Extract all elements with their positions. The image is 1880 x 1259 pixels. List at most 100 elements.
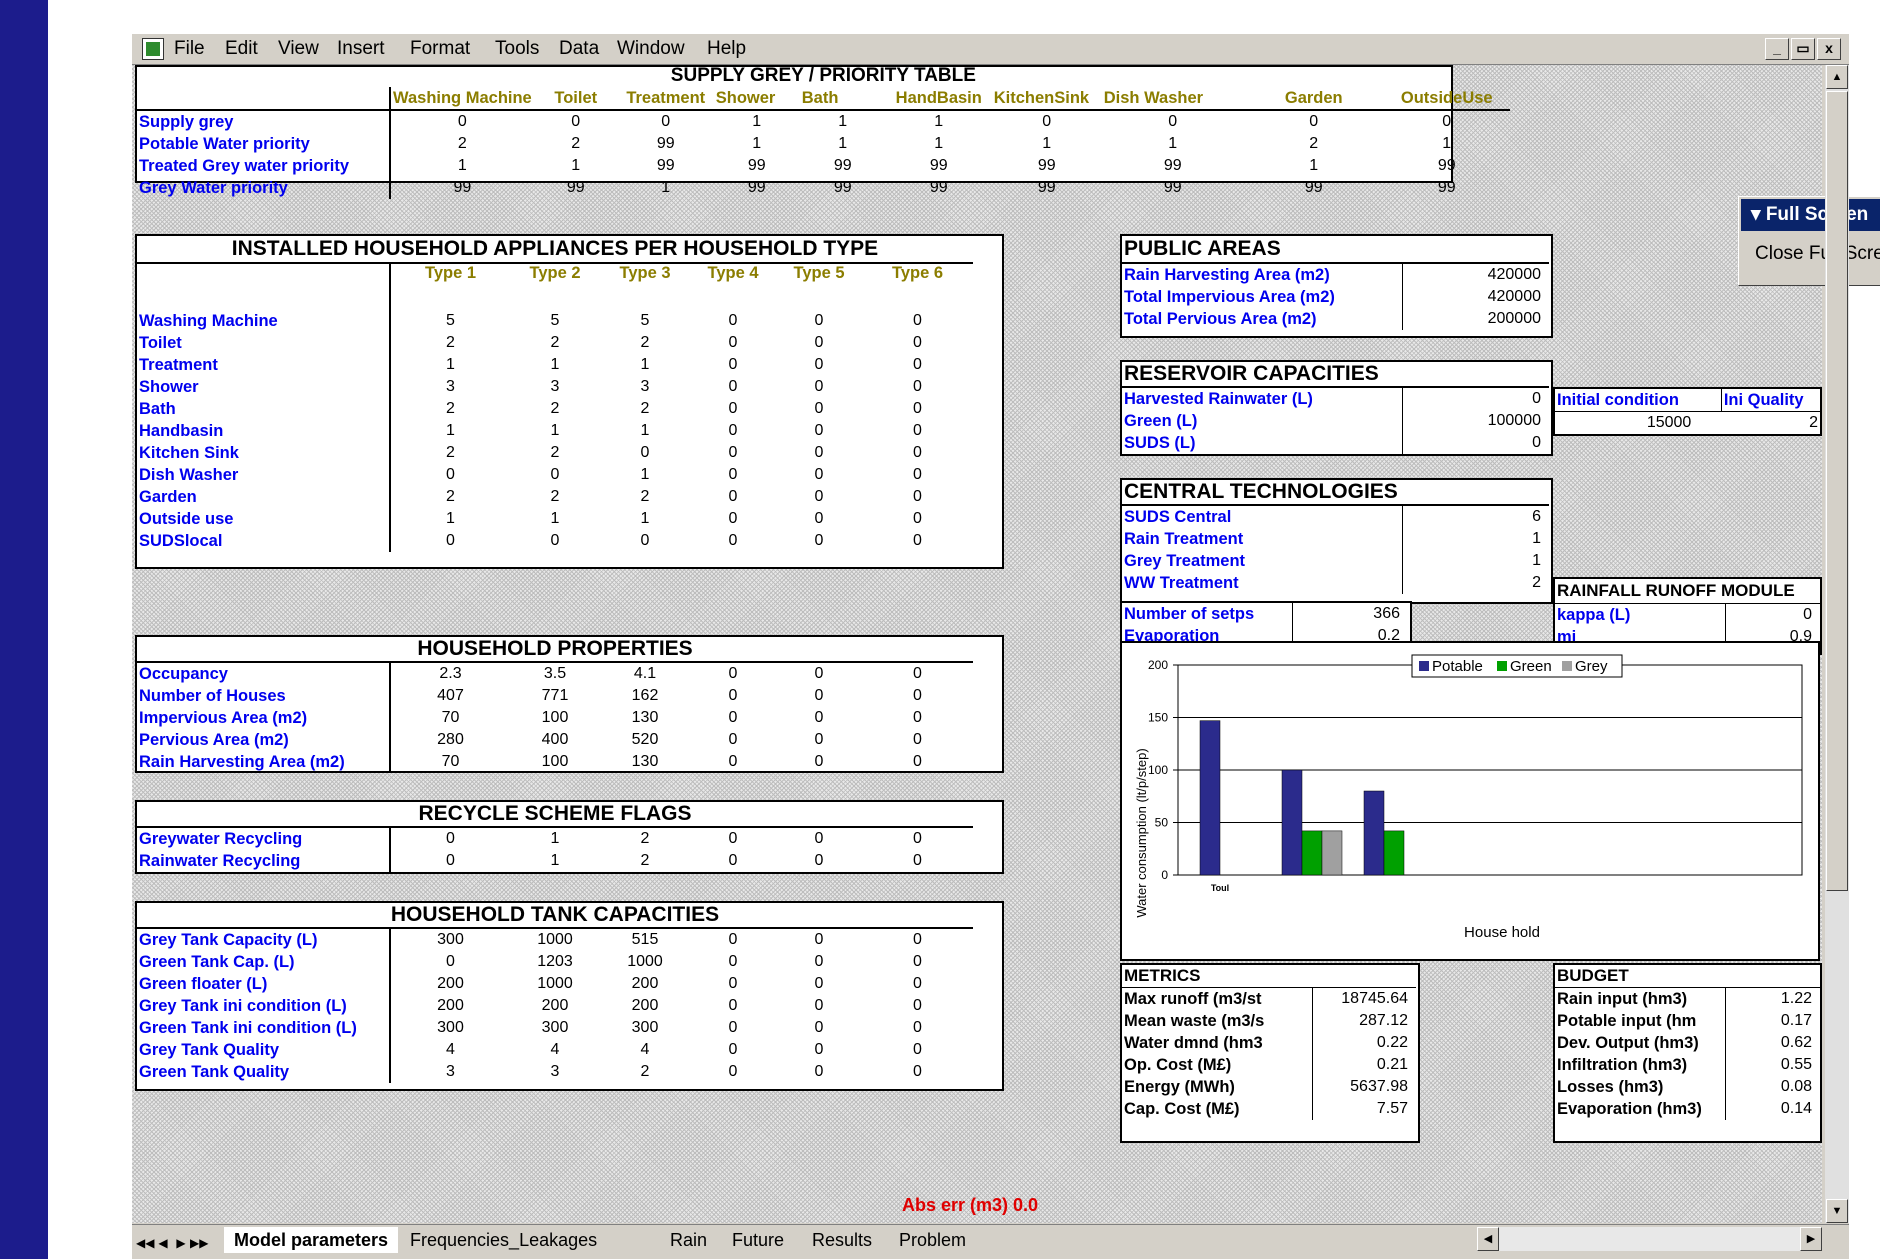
cell[interactable]: 1: [510, 850, 600, 872]
cell[interactable]: 0: [390, 464, 510, 486]
cell[interactable]: 200000: [1402, 308, 1549, 330]
cell[interactable]: 99: [1384, 177, 1510, 199]
cell[interactable]: 0: [390, 827, 510, 850]
cell[interactable]: 0: [862, 1039, 973, 1061]
cell[interactable]: 280: [390, 729, 510, 751]
cell[interactable]: 0: [776, 310, 862, 332]
cell[interactable]: 130: [600, 751, 690, 773]
cell[interactable]: 200: [390, 995, 510, 1017]
cell[interactable]: 0: [862, 310, 973, 332]
cell[interactable]: 0.17: [1725, 1010, 1820, 1032]
cell[interactable]: 1: [600, 508, 690, 530]
cell[interactable]: 0: [690, 928, 776, 951]
cell[interactable]: 200: [600, 995, 690, 1017]
cell[interactable]: 100: [510, 751, 600, 773]
cell[interactable]: 0: [862, 354, 973, 376]
cell[interactable]: 0: [776, 332, 862, 354]
cell[interactable]: 0: [690, 951, 776, 973]
cell[interactable]: 300: [390, 928, 510, 951]
scroll-right-icon[interactable]: ▶: [1800, 1227, 1822, 1251]
cell[interactable]: 200: [510, 995, 600, 1017]
cell[interactable]: 0: [862, 662, 973, 685]
cell[interactable]: 0: [776, 995, 862, 1017]
cell[interactable]: 2: [510, 398, 600, 420]
cell[interactable]: 0: [862, 1017, 973, 1039]
cell[interactable]: 0: [862, 420, 973, 442]
cell[interactable]: 2: [600, 850, 690, 872]
cell[interactable]: 130: [600, 707, 690, 729]
cell[interactable]: 0: [776, 751, 862, 773]
cell[interactable]: 0: [862, 508, 973, 530]
consumption-chart[interactable]: Water consumption (lt/p/step) House hold…: [1120, 641, 1820, 961]
cell[interactable]: 4: [390, 1039, 510, 1061]
cell[interactable]: 287.12: [1312, 1010, 1416, 1032]
cell[interactable]: 0: [690, 442, 776, 464]
cell[interactable]: 0: [600, 442, 690, 464]
cell[interactable]: 1: [1402, 550, 1549, 572]
cell[interactable]: 1203: [510, 951, 600, 973]
cell[interactable]: 0: [862, 751, 973, 773]
cell[interactable]: 0: [690, 685, 776, 707]
cell[interactable]: 0: [776, 685, 862, 707]
cell[interactable]: 0: [776, 707, 862, 729]
cell[interactable]: 4.1: [600, 662, 690, 685]
cell[interactable]: 0: [390, 951, 510, 973]
cell[interactable]: 515: [600, 928, 690, 951]
close-button[interactable]: x: [1817, 38, 1841, 60]
cell[interactable]: 771: [510, 685, 600, 707]
cell[interactable]: 99: [618, 133, 714, 155]
cell[interactable]: 2: [510, 486, 600, 508]
cell[interactable]: 0: [690, 508, 776, 530]
cell[interactable]: 2: [600, 1061, 690, 1083]
cell[interactable]: 2: [534, 133, 618, 155]
cell[interactable]: 0: [690, 486, 776, 508]
cell[interactable]: 99: [992, 177, 1102, 199]
close-full-screen-button[interactable]: Close Full Screen: [1755, 243, 1880, 265]
cell[interactable]: 2: [1244, 133, 1384, 155]
cell[interactable]: 3.5: [510, 662, 600, 685]
cell[interactable]: 0: [862, 530, 973, 552]
cell[interactable]: 0: [776, 508, 862, 530]
cell[interactable]: 7.57: [1312, 1098, 1416, 1120]
cell[interactable]: 0: [776, 1061, 862, 1083]
scroll-down-icon[interactable]: ▼: [1826, 1199, 1848, 1223]
cell[interactable]: 99: [714, 155, 800, 177]
cell[interactable]: 0: [776, 729, 862, 751]
cell[interactable]: 4: [600, 1039, 690, 1061]
cell[interactable]: 0: [862, 486, 973, 508]
cell[interactable]: 0: [690, 464, 776, 486]
cell[interactable]: 0: [776, 420, 862, 442]
cell[interactable]: 1: [510, 420, 600, 442]
cell[interactable]: 0: [776, 850, 862, 872]
cell[interactable]: 0.55: [1725, 1054, 1820, 1076]
cell[interactable]: 100000: [1402, 410, 1549, 432]
tab-future[interactable]: Future: [722, 1227, 794, 1253]
cell[interactable]: 3: [390, 1061, 510, 1083]
cell[interactable]: 99: [992, 155, 1102, 177]
cell[interactable]: 0: [390, 110, 534, 133]
cell[interactable]: 162: [600, 685, 690, 707]
last-tab-icon[interactable]: ▶▶: [190, 1234, 208, 1252]
menu-view[interactable]: View: [278, 38, 319, 60]
cell[interactable]: 0: [776, 464, 862, 486]
cell[interactable]: 1: [600, 464, 690, 486]
menu-data[interactable]: Data: [559, 38, 599, 60]
cell[interactable]: 300: [390, 1017, 510, 1039]
cell[interactable]: 0: [776, 486, 862, 508]
cell[interactable]: 99: [1244, 177, 1384, 199]
cell[interactable]: 0: [690, 310, 776, 332]
tab-frequencies-leakages[interactable]: Frequencies_Leakages: [400, 1227, 607, 1253]
cell[interactable]: 0: [862, 1061, 973, 1083]
cell[interactable]: 99: [1102, 155, 1244, 177]
cell[interactable]: 99: [1102, 177, 1244, 199]
cell[interactable]: 0: [776, 951, 862, 973]
worksheet-area[interactable]: SUPPLY GREY / PRIORITY TABLE Washing Mac…: [132, 65, 1822, 1223]
cell[interactable]: 0: [862, 729, 973, 751]
cell[interactable]: 0: [862, 442, 973, 464]
cell[interactable]: 1: [886, 133, 992, 155]
cell[interactable]: 1: [800, 133, 886, 155]
cell[interactable]: 0: [690, 1061, 776, 1083]
cell[interactable]: 0: [862, 928, 973, 951]
cell[interactable]: 0: [390, 850, 510, 872]
cell[interactable]: 2: [390, 398, 510, 420]
